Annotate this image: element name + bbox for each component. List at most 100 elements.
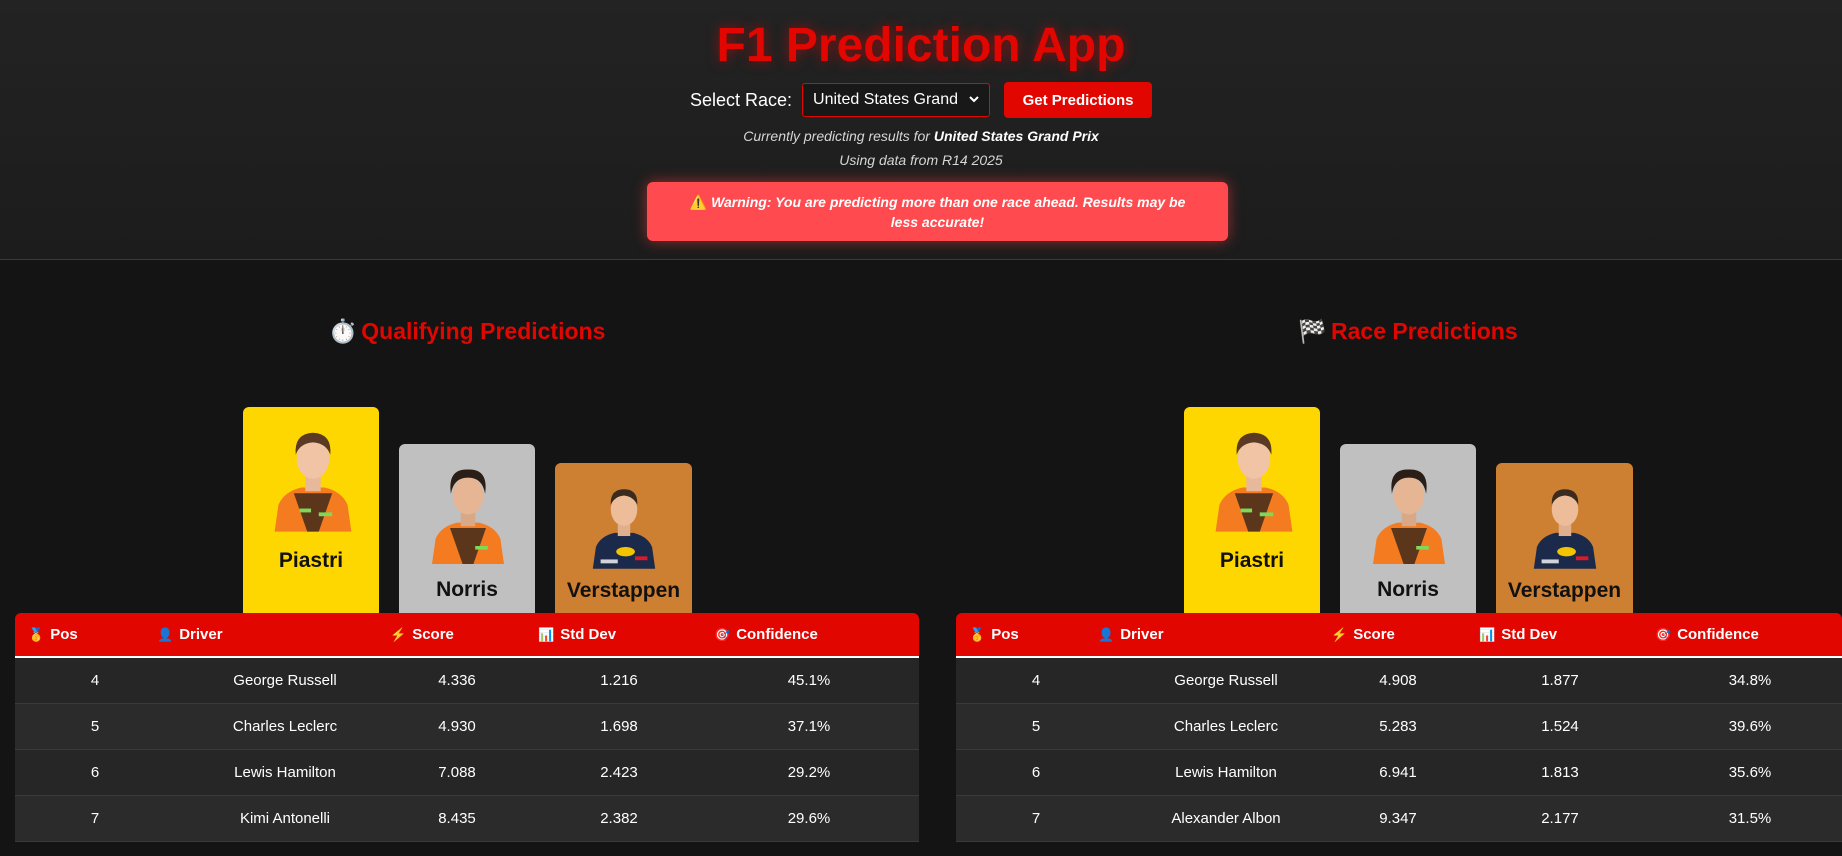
cell-std-dev: 1.877 — [1541, 672, 1579, 689]
medal-icon: 🥇 — [28, 626, 45, 642]
table-row: 7 Alexander Albon 9.347 2.177 31.5% — [956, 796, 1842, 842]
lightning-icon: ⚡ — [390, 626, 407, 642]
race-table: 🥇 Pos 👤 Driver ⚡ Score 📊 Std Dev 🎯 Confidence… — [956, 613, 1842, 856]
cell-driver: Charles Leclerc — [232, 718, 338, 735]
predicting-line: Currently predicting results for United … — [0, 128, 1842, 144]
podium-second: Norris — [399, 444, 535, 613]
lightning-icon: ⚡ — [1331, 626, 1348, 642]
cell-score: 6.941 — [1379, 764, 1417, 781]
cell-pos: 5 — [90, 718, 100, 735]
stopwatch-icon: ⏱️ — [328, 318, 358, 344]
cell-confidence: 45.1% — [787, 672, 831, 689]
driver-photo — [1526, 473, 1604, 571]
cell-driver: Charles Leclerc — [1173, 718, 1279, 735]
table-header: 🥇 Pos 👤 Driver ⚡ Score 📊 Std Dev 🎯 Confidence — [15, 613, 919, 658]
cell-confidence: 35.6% — [1728, 764, 1772, 781]
warning-banner: ⚠️ Warning: You are predicting more than … — [647, 182, 1228, 241]
cell-driver: Alexander Albon — [1171, 810, 1281, 827]
cell-pos: 7 — [1031, 810, 1041, 827]
table-row: 4 George Russell 4.908 1.877 34.8% — [956, 658, 1842, 704]
podium-third: Verstappen — [555, 463, 692, 613]
cell-driver: Kimi Antonelli — [239, 810, 331, 827]
col-driver[interactable]: 👤 Driver — [1098, 613, 1164, 656]
podium-third-name: Verstappen — [566, 579, 681, 602]
cell-driver: George Russell — [233, 672, 337, 689]
predicting-prefix: Currently predicting results for — [743, 128, 930, 144]
cell-std-dev: 1.216 — [600, 672, 638, 689]
cell-std-dev: 1.813 — [1541, 764, 1579, 781]
col-driver[interactable]: 👤 Driver — [157, 613, 223, 656]
podium-first-name: Piastri — [1219, 549, 1285, 572]
col-std-dev[interactable]: 📊 Std Dev — [1479, 613, 1557, 656]
qualifying-table: 🥇 Pos 👤 Driver ⚡ Score 📊 Std Dev 🎯 Confidence… — [15, 613, 919, 856]
cell-driver: George Russell — [1174, 672, 1278, 689]
cell-score: 4.336 — [438, 672, 476, 689]
driver-photo — [1364, 454, 1454, 566]
warning-icon: ⚠️ — [689, 194, 708, 210]
cell-confidence: 29.2% — [787, 764, 831, 781]
col-pos[interactable]: 🥇 Pos — [28, 613, 78, 656]
medal-icon: 🥇 — [969, 626, 986, 642]
cell-pos: 7 — [90, 810, 100, 827]
warning-text: Warning: You are predicting more than on… — [711, 194, 1186, 230]
race-panel: 🏁 Race Predictions Piastri Norris Verstap… — [956, 300, 1842, 856]
person-icon: 👤 — [157, 626, 174, 642]
podium-second-name: Norris — [436, 578, 498, 601]
table-row: 6 Lewis Hamilton 6.941 1.813 35.6% — [956, 750, 1842, 796]
podium-third: Verstappen — [1496, 463, 1633, 613]
app-header: F1 Prediction App Select Race: United St… — [0, 0, 1842, 260]
cell-std-dev: 2.177 — [1541, 810, 1579, 827]
podium-first-name: Piastri — [278, 549, 344, 572]
cell-confidence: 31.5% — [1728, 810, 1772, 827]
chevron-down-icon — [969, 96, 979, 103]
podium-second: Norris — [1340, 444, 1476, 613]
qualifying-panel: ⏱️ Qualifying Predictions Piastri Norris … — [15, 300, 919, 856]
race-select[interactable]: United States Grand Prix — [802, 83, 991, 117]
cell-pos: 5 — [1031, 718, 1041, 735]
cell-std-dev: 1.524 — [1541, 718, 1579, 735]
cell-driver: Lewis Hamilton — [234, 764, 336, 781]
table-row: 4 George Russell 4.336 1.216 45.1% — [15, 658, 919, 704]
table-row: 6 Lewis Hamilton 7.088 2.423 29.2% — [15, 750, 919, 796]
cell-score: 4.930 — [438, 718, 476, 735]
checkered-flag-icon: 🏁 — [1298, 318, 1327, 344]
driver-photo — [265, 415, 361, 533]
col-confidence[interactable]: 🎯 Confidence — [714, 613, 818, 656]
cell-confidence: 37.1% — [787, 718, 831, 735]
cell-std-dev: 1.698 — [600, 718, 638, 735]
col-confidence[interactable]: 🎯 Confidence — [1655, 613, 1759, 656]
col-score[interactable]: ⚡ Score — [1331, 613, 1395, 656]
target-icon: 🎯 — [714, 626, 731, 642]
col-score[interactable]: ⚡ Score — [390, 613, 454, 656]
race-select-value: United States Grand Prix — [813, 91, 963, 108]
podium-third-name: Verstappen — [1507, 579, 1622, 602]
podium-first: Piastri — [243, 407, 379, 613]
data-source-prefix: Using data from — [839, 152, 939, 168]
driver-photo — [423, 454, 513, 566]
data-source-line: Using data from R14 2025 — [0, 152, 1842, 168]
cell-std-dev: 2.382 — [600, 810, 638, 827]
table-row: 5 Charles Leclerc 5.283 1.524 39.6% — [956, 704, 1842, 750]
driver-photo — [585, 473, 663, 571]
person-icon: 👤 — [1098, 626, 1115, 642]
app-title: F1 Prediction App — [716, 19, 1126, 72]
get-predictions-button[interactable]: Get Predictions — [1004, 82, 1153, 118]
qualifying-title: ⏱️ Qualifying Predictions — [15, 318, 919, 345]
table-row: 7 Kimi Antonelli 8.435 2.382 29.6% — [15, 796, 919, 842]
predicting-race: United States Grand Prix — [933, 128, 1099, 144]
cell-score: 5.283 — [1379, 718, 1417, 735]
cell-confidence: 39.6% — [1728, 718, 1772, 735]
cell-pos: 4 — [1031, 672, 1041, 689]
bar-chart-icon: 📊 — [1479, 626, 1496, 642]
driver-photo — [1206, 415, 1302, 533]
cell-std-dev: 2.423 — [600, 764, 638, 781]
cell-driver: Lewis Hamilton — [1175, 764, 1277, 781]
race-title-text: Race Predictions — [1331, 318, 1518, 344]
cell-pos: 6 — [1031, 764, 1041, 781]
col-pos[interactable]: 🥇 Pos — [969, 613, 1019, 656]
race-title: 🏁 Race Predictions — [956, 318, 1842, 345]
bar-chart-icon: 📊 — [538, 626, 555, 642]
col-std-dev[interactable]: 📊 Std Dev — [538, 613, 616, 656]
cell-score: 9.347 — [1379, 810, 1417, 827]
cell-confidence: 34.8% — [1728, 672, 1772, 689]
